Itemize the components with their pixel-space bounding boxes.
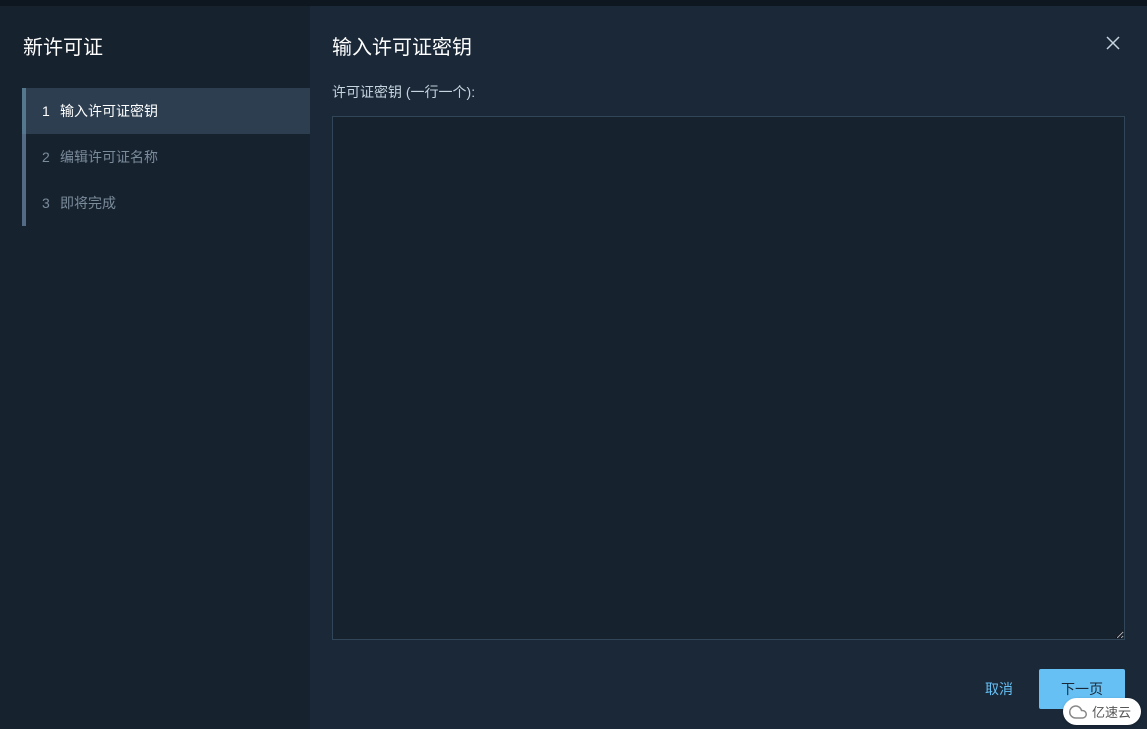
textarea-wrap xyxy=(332,116,1125,649)
step-edit-name[interactable]: 2 编辑许可证名称 xyxy=(22,134,310,180)
license-key-textarea[interactable] xyxy=(332,116,1125,640)
step-finish[interactable]: 3 即将完成 xyxy=(22,180,310,226)
field-label: 许可证密钥 (一行一个): xyxy=(332,82,1125,102)
close-icon xyxy=(1105,35,1121,51)
main-header: 输入许可证密钥 xyxy=(332,31,1125,60)
main-panel: 输入许可证密钥 许可证密钥 (一行一个): 取消 下一页 xyxy=(310,6,1147,729)
main-title: 输入许可证密钥 xyxy=(332,31,472,60)
step-number: 1 xyxy=(42,103,60,119)
watermark: 亿速云 xyxy=(1063,698,1141,725)
step-number: 3 xyxy=(42,195,60,211)
footer: 取消 下一页 xyxy=(332,669,1125,709)
step-number: 2 xyxy=(42,149,60,165)
step-label: 即将完成 xyxy=(60,193,116,213)
step-enter-key[interactable]: 1 输入许可证密钥 xyxy=(22,88,310,134)
cancel-button[interactable]: 取消 xyxy=(985,679,1013,699)
step-label: 输入许可证密钥 xyxy=(60,101,158,121)
step-list: 1 输入许可证密钥 2 编辑许可证名称 3 即将完成 xyxy=(22,88,310,226)
close-button[interactable] xyxy=(1101,31,1125,55)
watermark-text: 亿速云 xyxy=(1092,702,1131,721)
sidebar: 新许可证 1 输入许可证密钥 2 编辑许可证名称 3 即将完成 xyxy=(0,6,310,729)
step-label: 编辑许可证名称 xyxy=(60,147,158,167)
sidebar-title: 新许可证 xyxy=(0,31,310,88)
cloud-icon xyxy=(1069,703,1087,721)
dialog-container: 新许可证 1 输入许可证密钥 2 编辑许可证名称 3 即将完成 输入许可证密钥 xyxy=(0,6,1147,729)
